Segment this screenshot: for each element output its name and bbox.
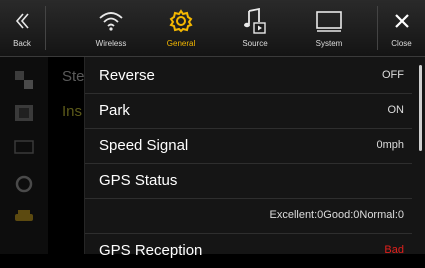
gear-icon [15, 175, 33, 193]
tab-wireless[interactable]: Wireless [76, 0, 146, 56]
monitor-icon [316, 11, 342, 32]
back-label: Back [13, 39, 31, 48]
sidebar-item-install[interactable] [0, 97, 48, 129]
sidebar-item-vehicle[interactable] [0, 201, 48, 233]
setting-row-reverse[interactable]: Reverse OFF [85, 59, 412, 94]
setting-value: Bad [384, 244, 404, 256]
sidebar-item-steering[interactable] [0, 63, 48, 95]
top-navigation-bar: Back Wireless General Source System Clos… [0, 0, 425, 57]
close-icon [394, 14, 409, 28]
setting-row-gps-reception[interactable]: GPS Reception Bad [85, 234, 412, 268]
close-label: Close [391, 39, 412, 48]
setting-row-park[interactable]: Park ON [85, 94, 412, 129]
setting-name: Reverse [99, 67, 155, 84]
tab-source-label: Source [242, 39, 268, 48]
background-list-item: Ins [62, 103, 83, 120]
double-chevron-left-icon [15, 13, 29, 29]
setting-row-gps-status[interactable]: GPS Status [85, 164, 412, 199]
sidebar-item-display[interactable] [0, 133, 48, 165]
setting-row-speed-signal[interactable]: Speed Signal 0mph [85, 129, 412, 164]
sidebar-item-general[interactable] [0, 167, 48, 199]
setting-name: GPS Reception [99, 242, 203, 259]
tab-system[interactable]: System [292, 0, 366, 56]
tab-general[interactable]: General [146, 0, 216, 56]
tab-system-label: System [315, 39, 343, 48]
steering-switch-icon [15, 71, 33, 89]
scrollbar[interactable] [419, 65, 422, 151]
divider [45, 6, 46, 50]
setting-name: GPS Status [99, 172, 178, 189]
setting-row-gps-detail: Excellent:0Good:0Normal:0 [85, 199, 412, 234]
settings-list-panel: Reverse OFF Park ON Speed Signal 0mph GP… [84, 57, 425, 259]
wifi-icon [99, 12, 123, 31]
setting-value: OFF [382, 69, 404, 81]
tab-wireless-label: Wireless [95, 39, 127, 48]
gear-icon [169, 9, 193, 33]
back-button[interactable]: Back [0, 0, 44, 56]
setting-name: Speed Signal [99, 137, 189, 154]
setting-value: 0mph [376, 139, 404, 151]
close-button[interactable]: Close [378, 0, 425, 56]
screen-icon [14, 140, 34, 154]
background-list-item: Ste [62, 68, 85, 85]
setting-name: Park [99, 102, 130, 119]
category-sidebar [0, 57, 48, 254]
music-note-icon [244, 8, 266, 34]
film-icon [15, 105, 33, 121]
gps-quality-counts: Excellent:0Good:0Normal:0 [269, 209, 404, 221]
tab-general-label: General [166, 39, 196, 48]
tab-source[interactable]: Source [220, 0, 290, 56]
car-icon [15, 210, 33, 221]
setting-value: ON [387, 104, 405, 116]
